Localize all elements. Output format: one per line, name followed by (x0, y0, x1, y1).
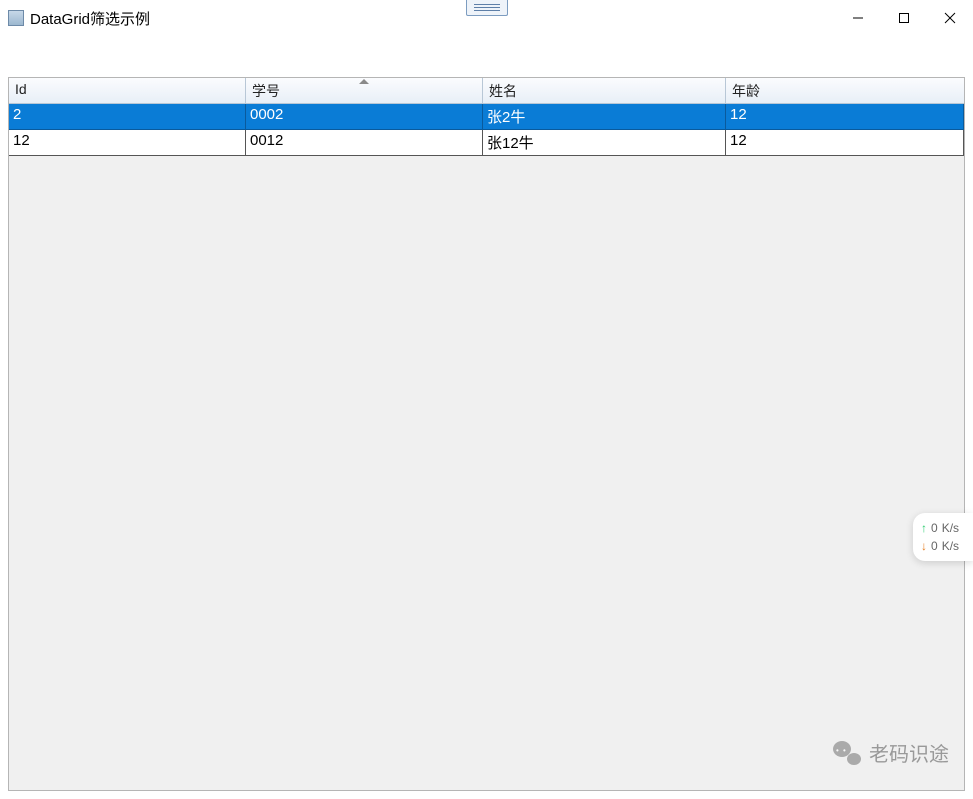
datagrid-header: Id 学号 姓名 年龄 (9, 78, 964, 104)
cell-sno: 0012 (246, 130, 483, 156)
column-header-label: 姓名 (489, 83, 517, 99)
cell-id: 2 (9, 104, 246, 130)
network-speed-overlay: ↑ 0 K/s ↓ 0 K/s (913, 513, 973, 561)
watermark-text: 老码识途 (869, 738, 949, 767)
upload-value: 0 (931, 519, 938, 537)
datagrid[interactable]: Id 学号 姓名 年龄 2 0002 张2牛 12 12 0012 张12牛 1… (8, 77, 965, 791)
cell-id: 12 (9, 130, 246, 156)
title-bar: DataGrid筛选示例 (0, 0, 973, 36)
close-button[interactable] (927, 0, 973, 36)
sort-ascending-icon (359, 79, 369, 84)
arrow-up-icon: ↑ (921, 519, 927, 537)
watermark: • • 老码识途 (833, 738, 949, 767)
column-header-label: 年龄 (732, 83, 760, 99)
network-upload: ↑ 0 K/s (921, 519, 967, 537)
network-download: ↓ 0 K/s (921, 537, 967, 555)
download-unit: K/s (942, 537, 959, 555)
column-header-age[interactable]: 年龄 (726, 78, 964, 104)
wechat-icon: • • (833, 741, 861, 765)
arrow-down-icon: ↓ (921, 537, 927, 555)
maximize-button[interactable] (881, 0, 927, 36)
minimize-button[interactable] (835, 0, 881, 36)
download-value: 0 (931, 537, 938, 555)
cell-sno: 0002 (246, 104, 483, 130)
window-title: DataGrid筛选示例 (30, 8, 150, 29)
column-header-label: 学号 (252, 83, 280, 99)
table-row[interactable]: 12 0012 张12牛 12 (9, 130, 964, 156)
column-header-sno[interactable]: 学号 (246, 78, 483, 104)
column-header-id[interactable]: Id (9, 78, 246, 104)
cell-age: 12 (726, 130, 964, 156)
cell-name: 张12牛 (483, 130, 726, 156)
cell-age: 12 (726, 104, 964, 130)
column-header-name[interactable]: 姓名 (483, 78, 726, 104)
table-row[interactable]: 2 0002 张2牛 12 (9, 104, 964, 130)
app-icon (8, 10, 24, 26)
window-controls (835, 0, 973, 36)
cell-name: 张2牛 (483, 104, 726, 130)
upload-unit: K/s (942, 519, 959, 537)
top-drag-handle-icon[interactable] (466, 0, 508, 16)
column-header-label: Id (15, 81, 27, 97)
